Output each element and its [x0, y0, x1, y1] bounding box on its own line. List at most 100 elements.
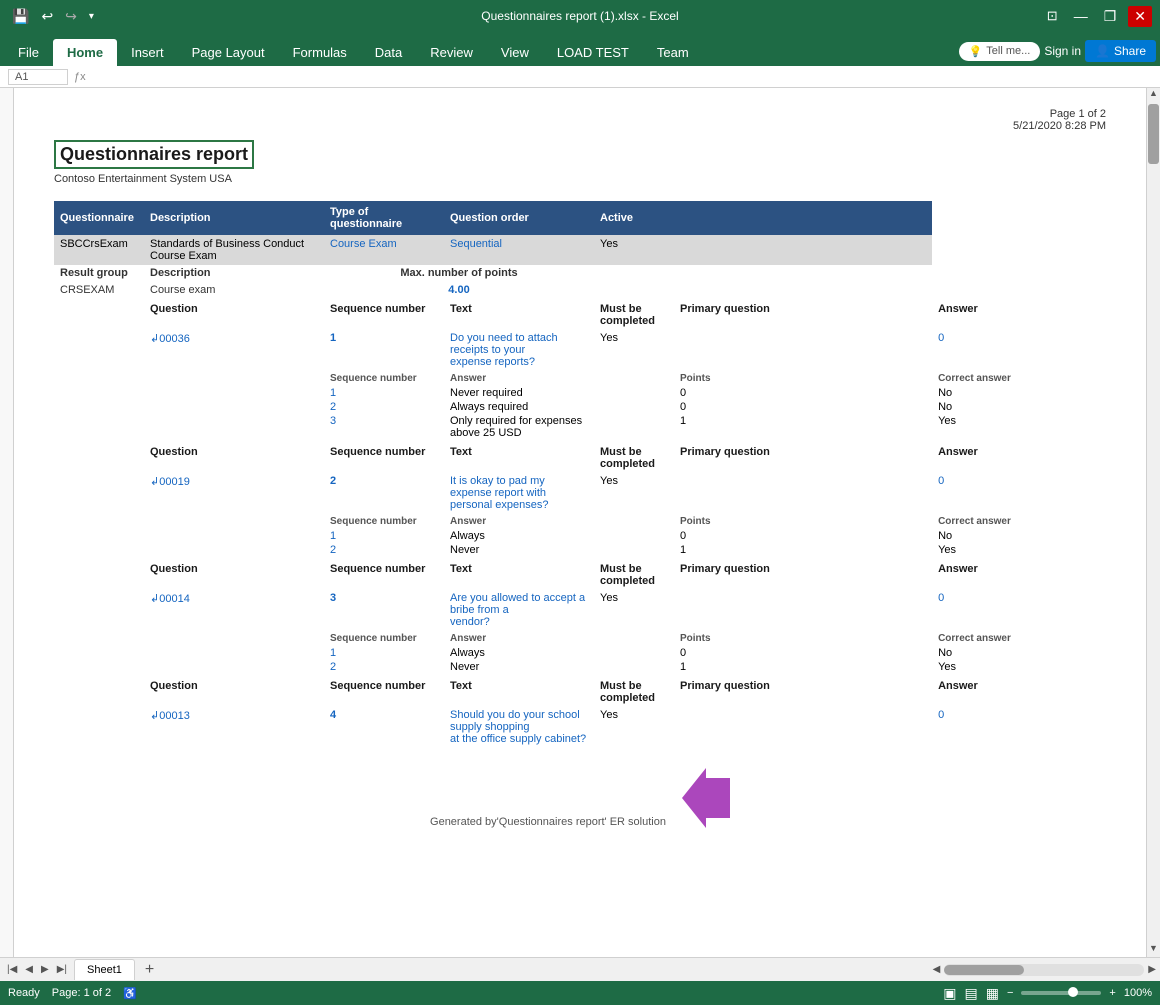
- window-mode-icon[interactable]: ⊡: [1043, 6, 1062, 26]
- q3-header-primary: Primary question: [674, 557, 932, 589]
- tab-file[interactable]: File: [4, 39, 53, 66]
- col-description: Description: [144, 201, 324, 235]
- crsexam-name: Course exam: [144, 281, 324, 299]
- tab-formulas[interactable]: Formulas: [279, 39, 361, 66]
- sheet-nav-last[interactable]: ▶|: [54, 962, 70, 977]
- q2-text: It is okay to pad my expense report with…: [444, 472, 594, 514]
- ans-answer-label-1: Answer: [444, 371, 594, 386]
- q2-header-answer: Answer: [932, 440, 1106, 472]
- q3-header-text: Text: [444, 557, 594, 589]
- tab-view[interactable]: View: [487, 39, 543, 66]
- tab-insert[interactable]: Insert: [117, 39, 178, 66]
- questionnaire-desc: Standards of Business Conduct Course Exa…: [144, 235, 324, 265]
- q2-header-seq: Sequence number: [324, 440, 444, 472]
- q2-answer: 0: [932, 472, 1106, 514]
- zoom-slider[interactable]: [1021, 991, 1101, 995]
- question-1-row: ↲00036 1 Do you need to attach receipts …: [54, 329, 1106, 371]
- col-order: Question order: [444, 201, 594, 235]
- redo-icon[interactable]: ↪: [61, 6, 81, 27]
- close-button[interactable]: ✕: [1128, 6, 1152, 27]
- scroll-track[interactable]: [1147, 102, 1160, 943]
- hscroll-right-button[interactable]: ▶: [1148, 964, 1156, 975]
- q3-text: Are you allowed to accept a bribe from a…: [444, 589, 594, 631]
- title-bar: 💾 ↩ ↪ ▾ Questionnaires report (1).xlsx -…: [0, 0, 1160, 32]
- name-box[interactable]: A1: [8, 69, 68, 85]
- sheet-nav-first[interactable]: |◀: [4, 962, 20, 977]
- accessibility-icon[interactable]: ♿: [123, 987, 137, 1000]
- tab-home[interactable]: Home: [53, 39, 117, 66]
- tab-load-test[interactable]: LOAD TEST: [543, 39, 643, 66]
- normal-view-icon[interactable]: ▣: [943, 985, 956, 1002]
- hscroll-left-button[interactable]: ◀: [933, 964, 941, 975]
- page-break-icon[interactable]: ▦: [986, 985, 999, 1002]
- q4-header-question: Question: [144, 674, 324, 706]
- tab-team[interactable]: Team: [643, 39, 703, 66]
- hscroll-thumb[interactable]: [944, 965, 1024, 975]
- sheet-nav-prev[interactable]: ◀: [22, 962, 36, 977]
- zoom-percent[interactable]: 100%: [1124, 987, 1152, 999]
- sheet-nav-next[interactable]: ▶: [38, 962, 52, 977]
- question-header-2: Question Sequence number Text Must becom…: [54, 440, 1106, 472]
- col-extra: [674, 201, 932, 235]
- zoom-minus-button[interactable]: −: [1007, 987, 1013, 999]
- q2-id: ↲00019: [144, 472, 324, 514]
- sheet-nav-arrows: |◀ ◀ ▶ ▶|: [0, 962, 74, 977]
- restore-button[interactable]: ❐: [1100, 6, 1121, 27]
- tab-page-layout[interactable]: Page Layout: [178, 39, 279, 66]
- crsexam-code: CRSEXAM: [54, 281, 144, 299]
- tell-me-box[interactable]: 💡 Tell me...: [959, 42, 1041, 61]
- window-title: Questionnaires report (1).xlsx - Excel: [481, 9, 678, 23]
- report-subtitle: Contoso Entertainment System USA: [54, 173, 1106, 185]
- scroll-up-button[interactable]: ▲: [1147, 88, 1160, 102]
- scroll-thumb[interactable]: [1148, 104, 1159, 164]
- q3-answer: 0: [932, 589, 1106, 631]
- sign-in-button[interactable]: Sign in: [1044, 44, 1081, 58]
- q4-header-answer: Answer: [932, 674, 1106, 706]
- q2-answer-2: 2 Never 1 Yes: [54, 543, 1106, 557]
- main-area: Page 1 of 2 5/21/2020 8:28 PM Questionna…: [0, 88, 1160, 957]
- description-label: Description: [144, 265, 324, 281]
- q4-text: Should you do your school supply shoppin…: [444, 706, 594, 748]
- ready-label: Ready: [8, 987, 40, 999]
- q-header-primary: Primary question: [674, 299, 932, 329]
- q-header-seq: Sequence number: [324, 299, 444, 329]
- type-link[interactable]: Course Exam: [330, 238, 397, 250]
- share-label: Share: [1114, 44, 1146, 58]
- share-button[interactable]: 👤 Share: [1085, 40, 1156, 62]
- arrow-icon: [682, 768, 730, 828]
- function-icon[interactable]: ƒx: [74, 71, 86, 83]
- ans-seq-label-1: Sequence number: [324, 371, 444, 386]
- people-icon: 👤: [1095, 44, 1110, 58]
- order-link[interactable]: Sequential: [450, 238, 502, 250]
- ribbon-tabs: File Home Insert Page Layout Formulas Da…: [0, 32, 1160, 66]
- vertical-scrollbar[interactable]: ▲ ▼: [1146, 88, 1160, 957]
- q3-seq: 3: [324, 589, 444, 631]
- scroll-down-button[interactable]: ▼: [1147, 943, 1160, 957]
- footer-area: Generated by'Questionnaires report' ER s…: [60, 768, 1100, 828]
- zoom-thumb[interactable]: [1068, 987, 1078, 997]
- q1-answer: 0: [932, 329, 1106, 371]
- q3-header-must: Must becompleted: [594, 557, 674, 589]
- tab-data[interactable]: Data: [361, 39, 416, 66]
- minimize-button[interactable]: —: [1070, 6, 1092, 26]
- answers-header-3: Sequence number Answer Points Correct an…: [54, 631, 1106, 646]
- question-header-1: Question Sequence number Text Must becom…: [54, 299, 1106, 329]
- more-commands-icon[interactable]: ▾: [85, 9, 98, 24]
- save-icon[interactable]: 💾: [8, 6, 33, 27]
- add-sheet-button[interactable]: +: [137, 961, 162, 979]
- q4-must: Yes: [594, 706, 674, 748]
- question-4-row: ↲00013 4 Should you do your school suppl…: [54, 706, 1106, 748]
- q1-id: ↲00036: [144, 329, 324, 371]
- tab-review[interactable]: Review: [416, 39, 487, 66]
- page-layout-icon[interactable]: ▤: [965, 985, 978, 1002]
- ans-correct-label-1: Correct answer: [932, 371, 1106, 386]
- questionnaire-type: Course Exam: [324, 235, 444, 265]
- undo-icon[interactable]: ↩: [37, 6, 57, 27]
- question-2-row: ↲00019 2 It is okay to pad my expense re…: [54, 472, 1106, 514]
- zoom-plus-button[interactable]: +: [1109, 987, 1115, 999]
- q4-header-text: Text: [444, 674, 594, 706]
- hscroll-track[interactable]: [944, 964, 1144, 976]
- sheet-tab-sheet1[interactable]: Sheet1: [74, 959, 135, 980]
- col-active: Active: [594, 201, 674, 235]
- report-title: Questionnaires report: [54, 140, 254, 169]
